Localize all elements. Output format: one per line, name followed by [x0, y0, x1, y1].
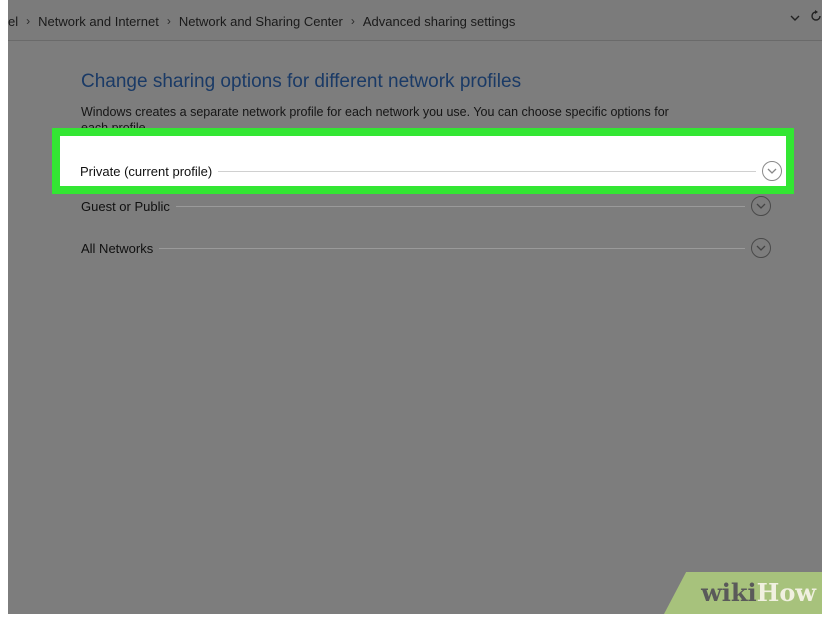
breadcrumb-network-and-internet[interactable]: Network and Internet — [32, 14, 165, 29]
profile-label: Guest or Public — [81, 198, 170, 214]
breadcrumb: el › Network and Internet › Network and … — [8, 12, 521, 30]
wikihow-watermark: wikiHow — [664, 572, 822, 614]
profile-label: All Networks — [81, 240, 154, 256]
watermark-wiki: wiki — [701, 578, 757, 607]
divider — [218, 170, 756, 172]
breadcrumb-network-and-sharing-center[interactable]: Network and Sharing Center — [173, 14, 349, 29]
divider — [159, 247, 745, 249]
page-title: Change sharing options for different net… — [81, 71, 522, 92]
chevron-right-icon: › — [26, 14, 31, 28]
profile-section-private[interactable]: Private (current profile) — [80, 161, 782, 181]
address-bar[interactable]: el › Network and Internet › Network and … — [8, 0, 822, 41]
refresh-icon[interactable] — [810, 10, 822, 25]
watermark-how: How — [756, 578, 816, 607]
chevron-down-icon[interactable] — [762, 161, 782, 181]
chevron-down-icon[interactable] — [751, 238, 771, 258]
address-bar-controls — [790, 10, 822, 25]
chevron-down-icon[interactable] — [751, 196, 771, 216]
page-description: Windows creates a separate network profi… — [81, 105, 669, 119]
breadcrumb-advanced-sharing-settings[interactable]: Advanced sharing settings — [357, 14, 521, 29]
profile-section-guest-or-public[interactable]: Guest or Public — [81, 196, 771, 216]
profile-label: Private (current profile) — [80, 163, 213, 179]
chevron-right-icon: › — [166, 14, 171, 28]
watermark-text: wikiHow — [701, 578, 816, 607]
divider — [175, 205, 745, 207]
breadcrumb-leading-fragment[interactable]: el — [8, 14, 24, 29]
advanced-sharing-settings-window: el › Network and Internet › Network and … — [8, 0, 822, 614]
highlight-box: Private (current profile) — [52, 128, 794, 194]
chevron-right-icon: › — [350, 14, 355, 28]
profile-section-all-networks[interactable]: All Networks — [81, 238, 771, 258]
history-dropdown-icon[interactable] — [790, 10, 800, 25]
